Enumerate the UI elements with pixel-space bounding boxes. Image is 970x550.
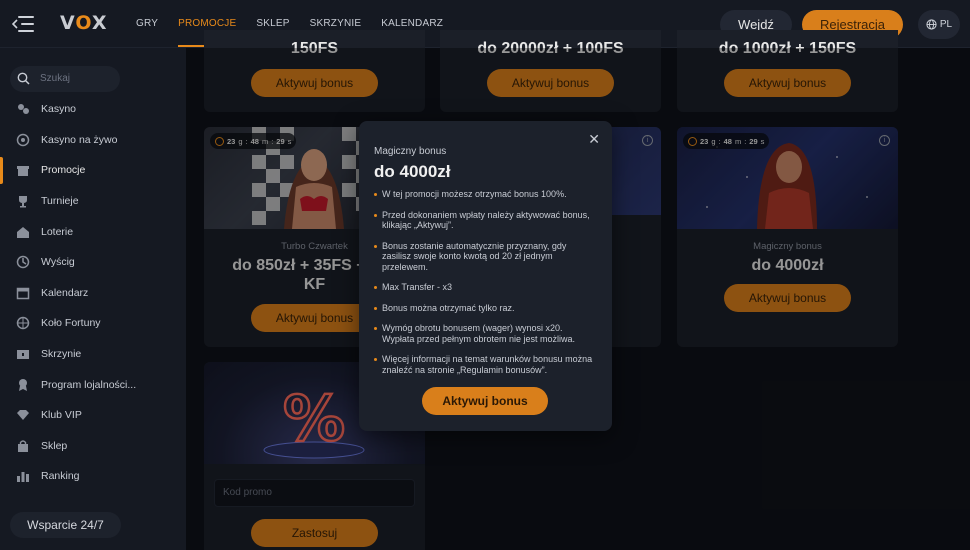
sidebar-item-wyscig[interactable]: Wyścig — [0, 247, 186, 278]
sidebar-item-label: Wyścig — [41, 256, 75, 269]
sidebar-item-ranking[interactable]: Ranking — [0, 461, 186, 492]
live-chip-icon — [16, 133, 30, 147]
search-input[interactable]: Szukaj — [10, 66, 120, 92]
modal-subtitle: Magiczny bonus — [374, 146, 447, 157]
cards-icon — [16, 102, 30, 116]
search-icon — [17, 72, 30, 85]
sidebar-item-label: Klub VIP — [41, 409, 82, 422]
sidebar-item-program-lojalnosci[interactable]: Program lojalności... — [0, 369, 186, 400]
ranking-icon — [16, 469, 30, 483]
sidebar: Szukaj Kasyno Kasyno na żywo Promocje Tu… — [0, 48, 186, 550]
sidebar-item-sklep[interactable]: Sklep — [0, 431, 186, 462]
bonus-details-modal: ✕ Magiczny bonus do 4000zł W tej promocj… — [359, 121, 612, 431]
sidebar-item-skrzynie[interactable]: Skrzynie — [0, 339, 186, 370]
logo[interactable]: VOX — [60, 12, 108, 34]
sidebar-item-turnieje[interactable]: Turnieje — [0, 186, 186, 217]
sidebar-item-promocje[interactable]: Promocje — [0, 155, 186, 186]
trophy-icon — [16, 194, 30, 208]
sidebar-item-label: Kasyno na żywo — [41, 133, 118, 146]
bonus-terms-list: W tej promocji możesz otrzymać bonus 100… — [374, 189, 596, 385]
sidebar-item-klub-vip[interactable]: Klub VIP — [0, 400, 186, 431]
language-selector[interactable]: PL — [918, 10, 960, 39]
wheel-icon — [16, 316, 30, 330]
gift-icon — [16, 163, 30, 177]
language-code: PL — [939, 19, 953, 30]
bonus-term: Bonus można otrzymać tylko raz. — [374, 303, 596, 314]
bonus-term: Max Transfer - x3 — [374, 282, 596, 293]
sidebar-item-label: Skrzynie — [41, 348, 82, 361]
bag-icon — [16, 439, 30, 453]
bonus-term: Bonus zostanie automatycznie przyznany, … — [374, 241, 596, 273]
sidebar-item-label: Kasyno — [41, 103, 77, 116]
menu-collapse-icon[interactable] — [12, 14, 34, 34]
globe-icon — [926, 19, 937, 30]
sidebar-item-label: Loterie — [41, 225, 74, 238]
close-icon[interactable]: ✕ — [588, 131, 600, 148]
sidebar-item-kalendarz[interactable]: Kalendarz — [0, 278, 186, 309]
search-placeholder: Szukaj — [40, 73, 71, 84]
modal-title: do 4000zł — [374, 162, 451, 181]
sidebar-item-label: Turnieje — [41, 195, 79, 208]
support-button[interactable]: Wsparcie 24/7 — [10, 512, 121, 538]
sidebar-item-label: Koło Fortuny — [41, 317, 101, 330]
bonus-term: Przed dokonaniem wpłaty należy aktywować… — [374, 210, 596, 231]
sidebar-item-kasyno[interactable]: Kasyno — [0, 94, 186, 125]
loyalty-icon — [16, 378, 30, 392]
sidebar-item-label: Promocje — [41, 164, 86, 177]
chest-icon — [16, 347, 30, 361]
bonus-term: Wymóg obrotu bonusem (wager) wynosi x20.… — [374, 323, 596, 344]
sidebar-item-kolo-fortuny[interactable]: Koło Fortuny — [0, 308, 186, 339]
sidebar-item-label: Kalendarz — [41, 286, 89, 299]
race-icon — [16, 255, 30, 269]
sidebar-item-label: Program lojalności... — [41, 378, 137, 391]
nav-gry[interactable]: GRY — [136, 18, 158, 47]
sidebar-item-kasyno-na-zywo[interactable]: Kasyno na żywo — [0, 125, 186, 156]
lottery-icon — [16, 225, 30, 239]
bonus-term: Więcej informacji na temat warunków bonu… — [374, 354, 596, 375]
calendar-icon — [16, 286, 30, 300]
modal-activate-bonus-button[interactable]: Aktywuj bonus — [422, 387, 548, 415]
sidebar-menu: Kasyno Kasyno na żywo Promocje Turnieje … — [0, 94, 186, 492]
bonus-term: W tej promocji możesz otrzymać bonus 100… — [374, 189, 596, 200]
diamond-icon — [16, 408, 30, 422]
sidebar-item-label: Ranking — [41, 470, 80, 483]
sidebar-item-label: Sklep — [41, 439, 68, 452]
sidebar-item-loterie[interactable]: Loterie — [0, 216, 186, 247]
